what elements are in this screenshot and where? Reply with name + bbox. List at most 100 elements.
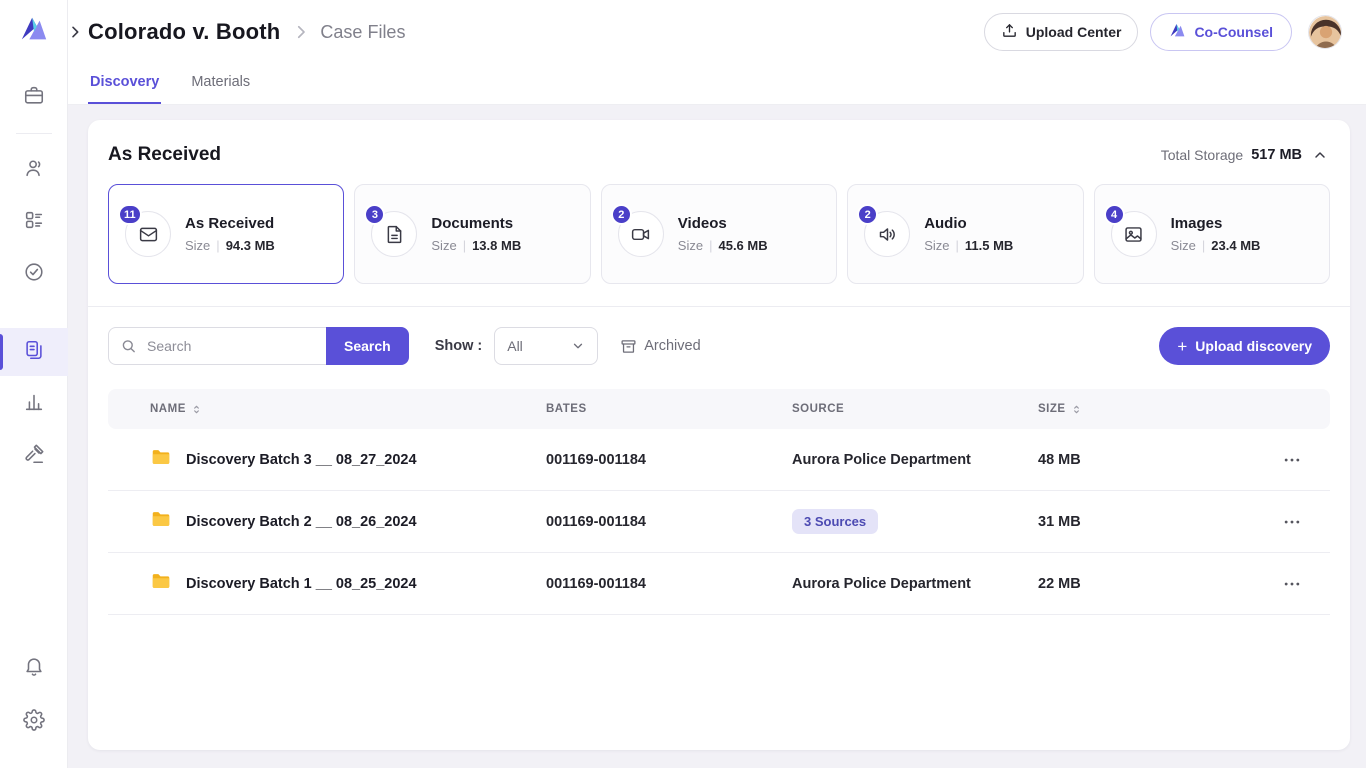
category-cards: 11 As Received Size | 94.3 MB <box>108 184 1330 284</box>
category-card-documents[interactable]: 3 Documents Size | 13.8 MB <box>354 184 590 284</box>
tasks-check-icon <box>23 261 45 288</box>
category-name: Audio <box>924 215 1013 232</box>
size-label: Size <box>431 238 456 253</box>
plus-icon: + <box>1177 338 1187 355</box>
total-storage: Total Storage 517 MB <box>1161 145 1330 165</box>
folder-icon <box>150 508 172 535</box>
avatar[interactable] <box>1308 15 1342 49</box>
chevron-down-icon <box>571 339 585 353</box>
size-value: 45.6 MB <box>718 238 767 253</box>
sidebar-collapse-button[interactable] <box>64 21 86 43</box>
show-filter-select[interactable]: All <box>494 327 598 365</box>
row-actions-button[interactable] <box>1278 508 1306 536</box>
show-label: Show : <box>435 338 483 354</box>
app-logo[interactable] <box>19 14 49 49</box>
header-source: SOURCE <box>792 403 844 415</box>
upload-center-button[interactable]: Upload Center <box>984 13 1139 51</box>
upload-discovery-button[interactable]: + Upload discovery <box>1159 327 1330 365</box>
discovery-table: NAME BATES SOURCE SIZE <box>108 389 1330 615</box>
tab-discovery[interactable]: Discovery <box>88 64 161 104</box>
row-bates: 001169-001184 <box>546 514 792 530</box>
top-bar: Colorado v. Booth Case Files Upload Cent… <box>68 0 1366 64</box>
size-separator: | <box>955 238 958 253</box>
table-row[interactable]: Discovery Batch 1 __ 08_25_2024 001169-0… <box>108 553 1330 615</box>
row-name: Discovery Batch 1 __ 08_25_2024 <box>186 576 417 592</box>
size-label: Size <box>678 238 703 253</box>
archived-toggle[interactable]: Archived <box>620 338 700 355</box>
sidebar-item-notifications[interactable] <box>0 644 68 692</box>
category-name: Images <box>1171 215 1261 232</box>
multi-source-badge[interactable]: 3 Sources <box>792 509 878 534</box>
sidebar-item-legal[interactable] <box>0 432 68 480</box>
row-source: Aurora Police Department <box>792 452 1038 468</box>
table-row[interactable]: Discovery Batch 2 __ 08_26_2024 001169-0… <box>108 491 1330 553</box>
toolbar: Search Show : All Archived + Upload disc… <box>108 327 1330 365</box>
sidebar-item-clients[interactable] <box>0 146 68 194</box>
breadcrumb-chevron-icon <box>292 23 310 41</box>
category-card-as-received[interactable]: 11 As Received Size | 94.3 MB <box>108 184 344 284</box>
category-card-videos[interactable]: 2 Videos Size | 45.6 MB <box>601 184 837 284</box>
sidebar-item-cases[interactable] <box>0 73 68 121</box>
total-storage-value: 517 MB <box>1251 147 1302 163</box>
panel-collapse-button[interactable] <box>1310 145 1330 165</box>
search-input[interactable] <box>108 327 326 365</box>
upload-discovery-label: Upload discovery <box>1195 338 1312 354</box>
header-bates: BATES <box>546 403 587 415</box>
row-actions-button[interactable] <box>1278 570 1306 598</box>
section-divider <box>88 306 1350 307</box>
size-value: 11.5 MB <box>965 238 1013 253</box>
size-separator: | <box>709 238 712 253</box>
co-counsel-button[interactable]: Co-Counsel <box>1150 13 1292 51</box>
settings-gear-icon <box>23 709 45 736</box>
table-header: NAME BATES SOURCE SIZE <box>108 389 1330 429</box>
size-label: Size <box>924 238 949 253</box>
sort-size-button[interactable] <box>1071 404 1082 415</box>
main-column: Colorado v. Booth Case Files Upload Cent… <box>68 0 1366 768</box>
row-actions-button[interactable] <box>1278 446 1306 474</box>
size-separator: | <box>216 238 219 253</box>
count-badge: 4 <box>1104 204 1125 225</box>
category-card-images[interactable]: 4 Images Size | 23.4 MB <box>1094 184 1330 284</box>
row-size: 48 MB <box>1038 452 1270 468</box>
notifications-bell-icon <box>23 655 45 682</box>
clients-icon <box>23 157 45 184</box>
sidebar-item-board[interactable] <box>0 198 68 246</box>
category-name: Documents <box>431 215 521 232</box>
count-badge: 11 <box>118 204 142 225</box>
ellipsis-icon <box>1282 512 1302 532</box>
gavel-icon <box>23 443 45 470</box>
size-value: 13.8 MB <box>472 238 521 253</box>
discovery-panel: As Received Total Storage 517 MB 11 <box>88 120 1350 750</box>
row-bates: 001169-001184 <box>546 452 792 468</box>
row-size: 31 MB <box>1038 514 1270 530</box>
briefcase-icon <box>23 84 45 111</box>
size-value: 94.3 MB <box>226 238 275 253</box>
tab-bar: Discovery Materials <box>68 64 1366 105</box>
ellipsis-icon <box>1282 574 1302 594</box>
co-counsel-logo-icon <box>1169 22 1186 42</box>
tab-materials[interactable]: Materials <box>189 64 252 104</box>
sidebar-item-analytics[interactable] <box>0 380 68 428</box>
sidebar-item-settings[interactable] <box>0 698 68 746</box>
size-value: 23.4 MB <box>1211 238 1260 253</box>
discovery-files-icon <box>23 339 45 366</box>
header-size: SIZE <box>1038 403 1066 415</box>
co-counsel-label: Co-Counsel <box>1194 24 1273 40</box>
chevron-up-icon <box>1312 147 1328 163</box>
folder-icon <box>150 570 172 597</box>
sidebar-item-tasks[interactable] <box>0 250 68 298</box>
table-row[interactable]: Discovery Batch 3 __ 08_27_2024 001169-0… <box>108 429 1330 491</box>
search-button[interactable]: Search <box>326 327 409 365</box>
app-root: Colorado v. Booth Case Files Upload Cent… <box>0 0 1366 768</box>
sidebar <box>0 0 68 768</box>
archive-icon <box>620 338 637 355</box>
upload-center-label: Upload Center <box>1026 24 1122 40</box>
category-name: Videos <box>678 215 768 232</box>
sidebar-item-discovery[interactable] <box>0 328 68 376</box>
upload-icon <box>1001 22 1018 42</box>
sort-name-button[interactable] <box>191 404 202 415</box>
size-label: Size <box>1171 238 1196 253</box>
category-card-audio[interactable]: 2 Audio Size | 11.5 MB <box>847 184 1083 284</box>
ellipsis-icon <box>1282 450 1302 470</box>
row-name: Discovery Batch 3 __ 08_27_2024 <box>186 452 417 468</box>
